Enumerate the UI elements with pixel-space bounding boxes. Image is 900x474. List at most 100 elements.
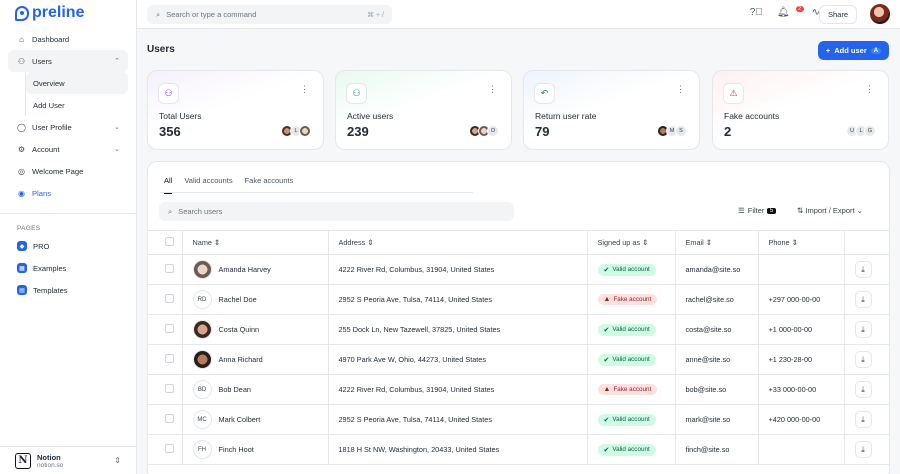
sidebar-item-account[interactable]: ⚙ Account ⌄ [8, 138, 128, 160]
more-vertical-icon[interactable]: ⋮ [865, 84, 874, 95]
row-checkbox[interactable] [165, 294, 174, 303]
status-label: Valid account [612, 326, 650, 333]
avatar-group: L [281, 125, 311, 137]
download-icon[interactable]: ⤓ [854, 381, 872, 398]
user-name: Amanda Harvey [218, 265, 271, 274]
sidebar-item-label: User Profile [32, 122, 72, 132]
avatar-group: M S [657, 125, 687, 137]
return-icon: ↶ [534, 83, 555, 104]
address-cell: 4222 River Rd, Columbus, 31904, United S… [327, 254, 587, 285]
sidebar-item-plans[interactable]: ◉ Plans [8, 182, 128, 204]
topbar-icons: ?⃝ 🔔︎ 2 ∿ [750, 6, 820, 18]
table-row[interactable]: FH Finch Hoot 1818 H St NW, Washington, 2… [148, 434, 889, 465]
table-row[interactable]: Costa Quinn 255 Dock Ln, New Tazewell, 3… [148, 314, 889, 345]
table-row[interactable]: BD Bob Dean 4222 River Rd, Columbus, 3190… [148, 374, 889, 405]
column-header-signed-up[interactable]: Signed up as ⇕ [586, 230, 675, 255]
phone-cell: +1 000-00-00 [757, 314, 844, 345]
status-label: Fake account [613, 296, 652, 303]
broadcast-icon: ◎ [18, 166, 25, 176]
status-label: Valid account [612, 446, 650, 453]
column-header-email[interactable]: Email ⇕ [674, 230, 758, 255]
download-icon[interactable]: ⤓ [854, 321, 872, 338]
avatar-group: O [469, 125, 499, 137]
actions-cell: ⤓ [843, 254, 889, 285]
notification-badge: 2 [795, 6, 804, 12]
bell-icon[interactable]: 🔔︎ 2 [777, 6, 804, 18]
column-header-name[interactable]: Name ⇕ [181, 230, 328, 255]
stat-label: Total Users [159, 111, 202, 121]
actions-cell: ⤓ [843, 344, 889, 375]
sidebar-item-label: Welcome Page [32, 166, 84, 176]
add-user-button[interactable]: + Add user A [818, 41, 889, 60]
preline-logo[interactable]: preline [15, 4, 84, 22]
sidebar-item-welcome-page[interactable]: ◎ Welcome Page [8, 160, 128, 182]
name-cell: Costa Quinn [181, 314, 328, 345]
row-checkbox[interactable] [165, 324, 174, 333]
column-header-phone[interactable]: Phone ⇕ [757, 230, 844, 255]
table-row[interactable]: RD Rachel Doe 2952 S Peoria Ave, Tulsa, 7… [148, 284, 889, 315]
user-avatar: BD [192, 380, 212, 399]
download-icon[interactable]: ⤓ [854, 261, 872, 278]
check-circle-icon: ✔ [603, 356, 610, 364]
notion-logo-icon: N [15, 452, 31, 469]
sidebar-item-templates[interactable]: ▤ Templates [8, 279, 128, 301]
coins-icon: ◉ [18, 188, 25, 198]
import-export-button[interactable]: ⇅ Import / Export ⌄ [797, 206, 863, 215]
more-vertical-icon[interactable]: ⋮ [488, 84, 497, 95]
phone-cell [757, 434, 844, 465]
sidebar-divider [0, 213, 137, 214]
check-circle-icon: ✔ [603, 266, 610, 274]
email-cell: bob@site.so [674, 374, 758, 405]
pages-nav: ◆ PRO ▦ Examples ▤ Templates [8, 235, 128, 301]
download-icon[interactable]: ⤓ [854, 291, 872, 308]
users-table: Name ⇕ Address ⇕ Signed up as ⇕ Email ⇕ … [148, 230, 889, 465]
workspace-switcher[interactable]: N Notion notion.so ⇕ [0, 446, 137, 474]
status-badge: ▲ Fake account [597, 384, 658, 395]
share-button[interactable]: Share [818, 5, 857, 24]
actions-cell: ⤓ [843, 284, 889, 315]
download-icon[interactable]: ⤓ [854, 441, 872, 458]
sidebar-item-add-user[interactable]: Add User [26, 94, 128, 116]
select-all-checkbox[interactable] [165, 237, 174, 246]
table-row[interactable]: MC Mark Colbert 2952 S Peoria Ave, Tulsa,… [148, 404, 889, 435]
filter-button[interactable]: ☰ Filter 5 [738, 206, 776, 215]
column-header-address[interactable]: Address ⇕ [327, 230, 587, 255]
sidebar-item-dashboard[interactable]: ⌂ Dashboard [8, 28, 128, 50]
user-avatar [192, 320, 212, 339]
sidebar-item-users[interactable]: ⚇ Users ⌃ [8, 50, 128, 72]
stat-value: 2 [724, 124, 732, 139]
table-row[interactable]: Anna Richard 4970 Park Ave W, Ohio, 4427… [148, 344, 889, 375]
download-icon[interactable]: ⤓ [854, 351, 872, 368]
home-icon: ⌂ [19, 34, 24, 44]
pro-icon: ◆ [17, 241, 27, 251]
table-row[interactable]: Amanda Harvey 4222 River Rd, Columbus, 3… [148, 254, 889, 285]
row-checkbox[interactable] [165, 384, 174, 393]
sidebar-item-pro[interactable]: ◆ PRO [8, 235, 128, 257]
preline-logo-icon [15, 5, 29, 21]
email-cell: finch@site.so [674, 434, 758, 465]
row-checkbox[interactable] [165, 414, 174, 423]
row-checkbox[interactable] [165, 354, 174, 363]
command-search[interactable]: ⌕ Search or type a command ⌘ + / [147, 5, 392, 24]
search-placeholder: Search users [178, 207, 223, 216]
status-label: Valid account [612, 416, 650, 423]
sidebar-item-user-profile[interactable]: ◯ User Profile ⌄ [8, 116, 128, 138]
search-icon: ⌕ [168, 206, 173, 216]
user-avatar[interactable] [870, 4, 890, 24]
more-vertical-icon[interactable]: ⋮ [676, 84, 685, 95]
table-body: Amanda Harvey 4222 River Rd, Columbus, 3… [148, 254, 889, 465]
download-icon[interactable]: ⤓ [854, 411, 872, 428]
sidebar-item-examples[interactable]: ▦ Examples [8, 257, 128, 279]
row-checkbox[interactable] [165, 444, 174, 453]
user-avatar: MC [192, 410, 212, 429]
status-badge: ▲ Fake account [597, 294, 658, 305]
warning-icon: ▲ [603, 386, 611, 393]
user-search-input[interactable]: ⌕ Search users [159, 202, 514, 221]
help-icon[interactable]: ?⃝ [750, 7, 763, 18]
stat-card-return-rate: ↶ ⋮ Return user rate 79 M S [523, 70, 700, 150]
more-vertical-icon[interactable]: ⋮ [300, 84, 309, 95]
email-cell: mark@site.so [674, 404, 758, 435]
row-checkbox[interactable] [165, 264, 174, 273]
avatar: G [864, 125, 876, 137]
sidebar-item-overview[interactable]: Overview [26, 72, 128, 94]
